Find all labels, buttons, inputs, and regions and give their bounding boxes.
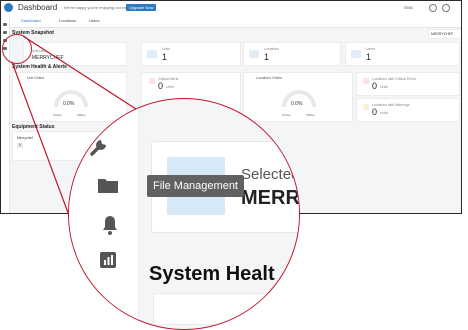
- language-selector[interactable]: ENG: [404, 5, 413, 10]
- zoom-source-circle: [2, 34, 32, 64]
- wrench-icon[interactable]: [89, 135, 111, 157]
- users-icon: [351, 50, 361, 58]
- selected-label: Selected: [32, 49, 46, 53]
- units-count: 1: [162, 52, 168, 62]
- users-count: 1: [366, 52, 372, 62]
- critical-errors-count: 0: [372, 81, 378, 91]
- warning-icon: [363, 104, 369, 110]
- locations-label: Locations: [264, 47, 279, 51]
- legend-online: Online: [53, 113, 62, 117]
- critical-errors-card: Locations with Critical Errors 0 Units: [356, 72, 460, 96]
- section-title-health: System Health & Alerts: [12, 64, 67, 70]
- units-card: Units 1: [141, 42, 241, 66]
- magnified-view: Selected MERRY File Management System He…: [68, 98, 300, 330]
- folder-icon[interactable]: [97, 176, 119, 194]
- critical-unit: Units: [166, 85, 174, 89]
- equipment-brand: Merrychef: [17, 136, 33, 140]
- critical-alert-icon: [149, 78, 155, 84]
- magnified-sidebar: [69, 99, 139, 329]
- locations-icon: [249, 50, 259, 58]
- warnings-label: Locations with Warnings: [372, 103, 410, 107]
- warnings-count: 0: [372, 107, 378, 117]
- wrench-icon[interactable]: [3, 23, 7, 26]
- locations-online-percent: 0.0%: [291, 101, 303, 107]
- critical-count: 0: [158, 81, 164, 91]
- critical-errors-label: Locations with Critical Errors: [372, 77, 417, 81]
- locations-card: Locations 1: [243, 42, 341, 66]
- tab-dashboard[interactable]: Dashboard: [21, 18, 41, 23]
- help-icon[interactable]: [429, 4, 437, 12]
- units-label: Units: [162, 47, 170, 51]
- legend-offline-2: Offline: [306, 113, 315, 117]
- magnified-health-card: [153, 293, 299, 325]
- magnified-site-name: MERRY: [241, 187, 300, 209]
- account-icon[interactable]: [442, 4, 450, 12]
- page-title: Dashboard: [18, 3, 58, 12]
- locations-online-label: Locations Online: [256, 76, 283, 80]
- upgrade-button[interactable]: Upgrade Now: [126, 4, 157, 11]
- critical-errors-unit: Units: [380, 85, 388, 89]
- app-logo-icon[interactable]: [4, 3, 13, 12]
- legend-online-2: Online: [282, 113, 291, 117]
- magnified-selected-label: Selected: [241, 166, 300, 183]
- site-selector-value: MERRYCHEF: [431, 32, 454, 36]
- locations-online-card: Locations Online 0.0% Online Offline: [243, 72, 353, 122]
- top-bar: Dashboard We're happy you're enjoying ou…: [1, 1, 461, 16]
- selected-site-value: MERRYCHEF: [32, 55, 64, 61]
- warnings-unit: Units: [380, 111, 388, 115]
- unit-online-label: Unit Online: [27, 76, 45, 80]
- folder-icon[interactable]: [3, 31, 7, 34]
- bell-icon[interactable]: [102, 214, 118, 236]
- users-card: Users 1: [345, 42, 460, 66]
- site-selector[interactable]: MERRYCHEF: [428, 29, 461, 39]
- selected-site-card: Selected MERRYCHEF: [23, 42, 127, 66]
- equipment-count: 1: [17, 143, 23, 148]
- tab-users[interactable]: Users: [89, 18, 99, 23]
- section-title-equipment: Equipment Status: [12, 124, 55, 130]
- report-icon[interactable]: [99, 251, 117, 269]
- warnings-card: Locations with Warnings 0 Units: [356, 98, 460, 122]
- magnified-system-health-title: System Healt: [149, 263, 275, 285]
- critical-error-icon: [363, 78, 369, 84]
- users-label: Users: [366, 47, 376, 51]
- tab-locations[interactable]: Locations: [59, 18, 76, 23]
- locations-count: 1: [264, 52, 270, 62]
- file-management-tooltip: File Management: [147, 175, 244, 197]
- units-icon: [147, 50, 157, 58]
